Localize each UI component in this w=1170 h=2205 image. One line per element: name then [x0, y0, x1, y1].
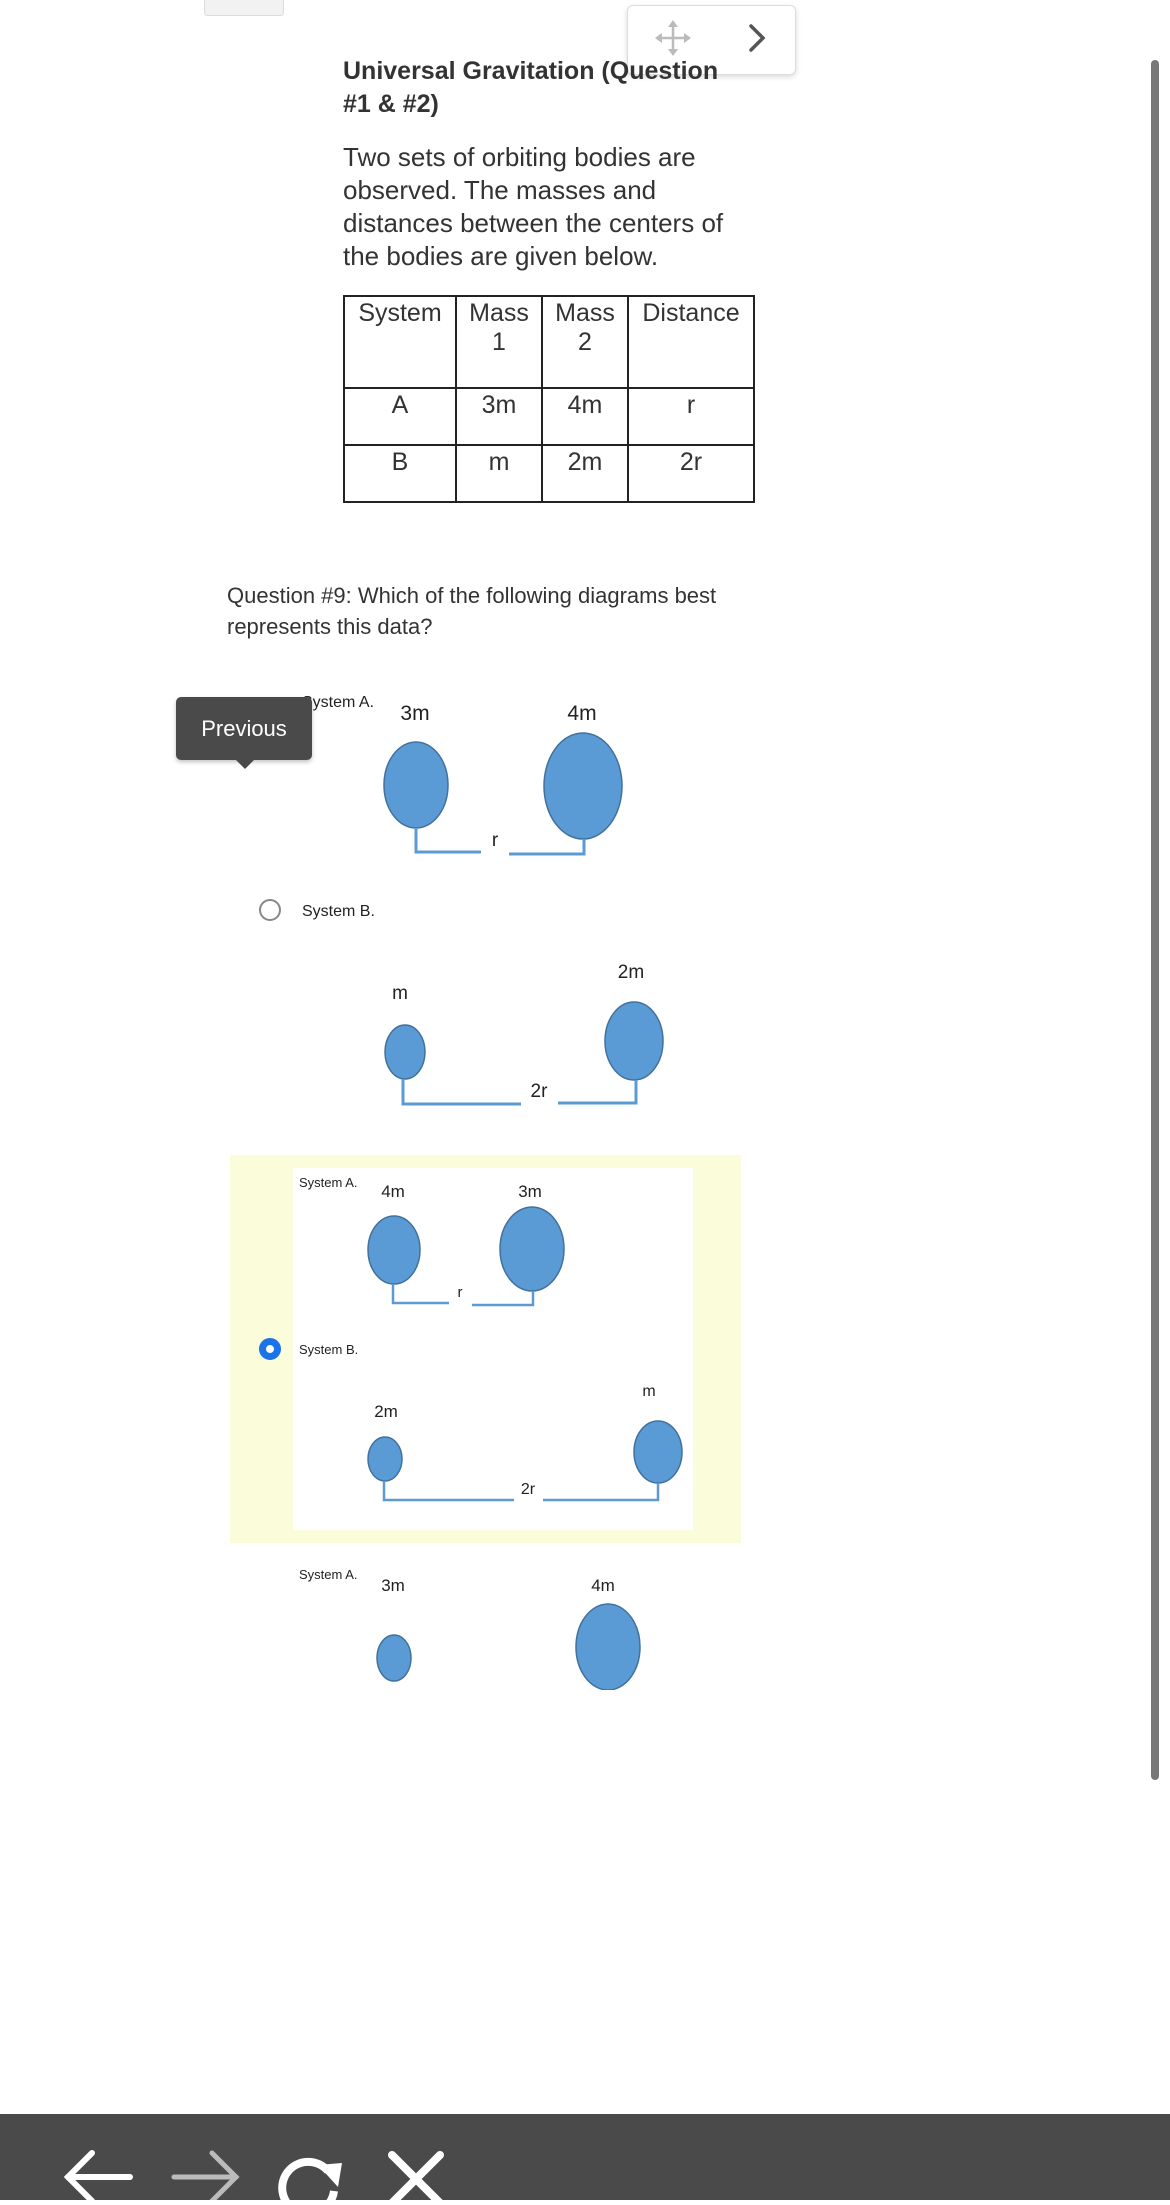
table-row: A 3m 4m r	[343, 387, 755, 446]
table-row: B m 2m 2r	[343, 444, 755, 503]
page-title: Universal Gravitation (Question #1 & #2)	[343, 57, 719, 118]
body-circle	[543, 732, 623, 840]
mass-label: m	[392, 983, 408, 1004]
system-a-label: System A.	[302, 694, 374, 711]
table-cell: r	[627, 387, 755, 446]
data-table: System Mass 1 Mass 2 Distance A 3m 4m r …	[343, 295, 755, 503]
body-circle	[367, 1436, 403, 1482]
close-icon[interactable]	[386, 2151, 446, 2205]
mass-label: 2m	[618, 962, 644, 983]
table-cell: 2r	[627, 444, 755, 503]
forward-arrow-icon[interactable]	[170, 2149, 242, 2205]
distance-line	[543, 1483, 660, 1502]
system-a-label: System A.	[299, 1175, 358, 1190]
body-circle	[575, 1603, 641, 1690]
distance-label: 2r	[521, 1481, 536, 1498]
table-cell: 2m	[541, 444, 629, 503]
option-1-radio[interactable]	[259, 899, 281, 921]
chevron-right-icon[interactable]	[745, 21, 769, 60]
previous-tooltip[interactable]: Previous	[176, 697, 312, 769]
option-1-diagram: System A. 3m 4m r System B. m 2m 2r	[302, 694, 664, 1106]
distance-label: r	[458, 1284, 463, 1301]
mass-label: 3m	[518, 1182, 542, 1201]
option-3-diagram: System A. 3m 4m	[299, 1567, 641, 1690]
distance-line	[414, 828, 481, 854]
distance-label: r	[492, 830, 499, 851]
distance-line	[401, 1079, 521, 1106]
mass-label: 4m	[591, 1576, 615, 1595]
body-circle	[367, 1215, 421, 1285]
back-arrow-icon[interactable]	[62, 2149, 134, 2205]
table-header-cell: Distance	[627, 295, 755, 389]
table-header-cell: Mass 1	[455, 295, 543, 389]
option-3-clip	[280, 1690, 700, 1730]
table-cell: B	[343, 444, 457, 503]
body-circle	[383, 741, 449, 829]
option-2-diagram: System A. 4m 3m r System B. 2m m 2r	[299, 1175, 683, 1502]
table-cell: 3m	[455, 387, 543, 446]
body-circle	[633, 1420, 683, 1484]
table-cell: A	[343, 387, 457, 446]
body-circle	[384, 1024, 426, 1080]
table-header-cell: Mass 2	[541, 295, 629, 389]
system-b-label: System B.	[299, 1342, 358, 1357]
intro-text: Two sets of orbiting bodies are observed…	[343, 142, 724, 271]
distance-line	[472, 1291, 535, 1307]
table-cell: 4m	[541, 387, 629, 446]
mass-label: 2m	[374, 1402, 398, 1421]
distance-line	[558, 1080, 638, 1105]
distance-line	[391, 1284, 449, 1305]
question-text: Question #9: Which of the following diag…	[227, 583, 717, 639]
body-circle	[604, 1001, 664, 1081]
mass-label: 4m	[567, 702, 596, 725]
table-header-cell: System	[343, 295, 457, 389]
distance-label: 2r	[531, 1081, 549, 1102]
scrollbar[interactable]	[1151, 60, 1159, 1780]
reload-icon[interactable]	[272, 2149, 348, 2205]
distance-line	[509, 839, 586, 856]
system-b-label: System B.	[302, 903, 375, 920]
mass-label: 3m	[400, 702, 429, 725]
table-header-row: System Mass 1 Mass 2 Distance	[343, 295, 755, 389]
mass-label: 3m	[381, 1576, 405, 1595]
option-2-radio[interactable]	[259, 1338, 281, 1360]
mass-label: 4m	[381, 1182, 405, 1201]
distance-line	[382, 1481, 514, 1502]
table-cell: m	[455, 444, 543, 503]
body-circle	[499, 1206, 565, 1292]
bottom-nav-bar	[0, 2114, 1170, 2205]
mass-label: m	[642, 1383, 655, 1400]
body-circle	[376, 1634, 412, 1682]
system-a-label: System A.	[299, 1567, 358, 1582]
top-tab-stub[interactable]	[204, 0, 284, 16]
